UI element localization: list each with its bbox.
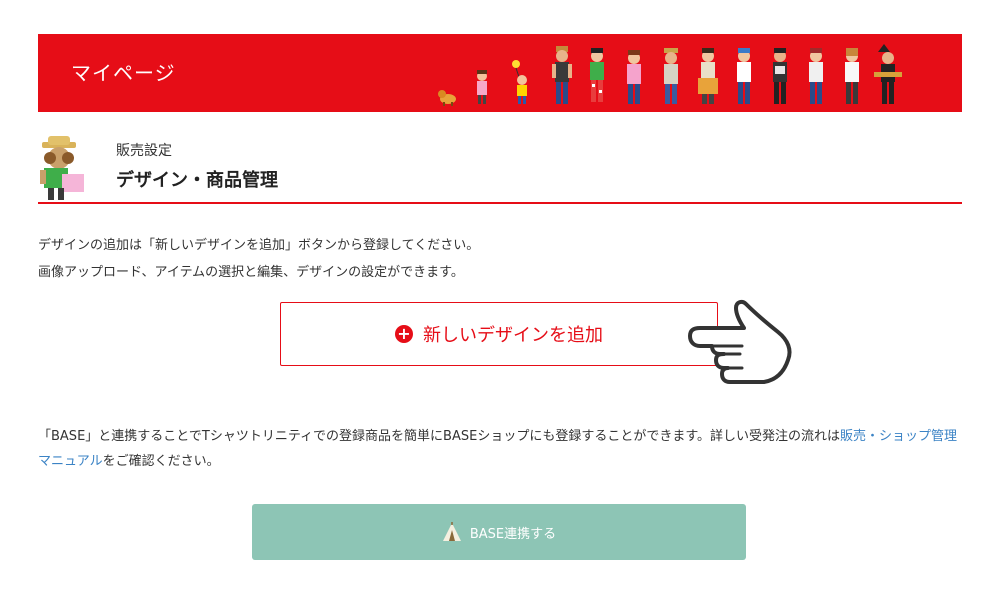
adult-figure-7 bbox=[773, 48, 787, 104]
mascot-icon bbox=[40, 136, 84, 200]
base-connect-button[interactable]: BASE連携する bbox=[252, 504, 746, 560]
page-title: マイページ bbox=[71, 61, 176, 85]
plus-circle-icon: + bbox=[395, 325, 413, 343]
child-figure-pink bbox=[477, 70, 487, 104]
adult-figure-2 bbox=[590, 48, 604, 102]
adult-figure-5 bbox=[698, 48, 718, 104]
tent-icon bbox=[442, 522, 461, 541]
intro-text: デザインの追加は「新しいデザインを追加」ボタンから登録してください。 画像アップ… bbox=[38, 232, 479, 286]
people-parade-illustration bbox=[438, 44, 902, 106]
add-design-label: 新しいデザインを追加 bbox=[423, 325, 603, 346]
header-banner: マイページ bbox=[38, 34, 962, 112]
base-description: 「BASE」と連携することでTシャツトリニティでの登録商品を簡単にBASEショッ… bbox=[38, 424, 968, 474]
base-connect-label: BASE連携する bbox=[469, 526, 557, 542]
intro-line-2: 画像アップロード、アイテムの選択と編集、デザインの設定ができます。 bbox=[38, 265, 464, 280]
add-design-button[interactable]: + 新しいデザインを追加 bbox=[280, 302, 718, 366]
pointing-hand-icon bbox=[688, 299, 792, 384]
child-figure-balloon bbox=[512, 60, 527, 104]
adult-figure-1 bbox=[552, 46, 572, 104]
section-subtitle: 販売設定 bbox=[116, 143, 172, 159]
adult-figure-6 bbox=[737, 48, 751, 104]
section-title: デザイン・商品管理 bbox=[116, 170, 278, 191]
intro-line-1: デザインの追加は「新しいデザインを追加」ボタンから登録してください。 bbox=[38, 238, 480, 253]
page: マイページ 販売設定 デザイン・商品管理 デザインの追加は「新しいデザインを追加… bbox=[0, 0, 1000, 589]
adult-figure-9 bbox=[845, 48, 859, 104]
adult-figure-3 bbox=[627, 50, 641, 104]
dog-figure bbox=[438, 90, 456, 106]
section-header: 販売設定 デザイン・商品管理 bbox=[38, 132, 962, 204]
adult-figure-8 bbox=[809, 48, 823, 104]
base-text-after: をご確認ください。 bbox=[102, 454, 220, 469]
base-text-before: 「BASE」と連携することでTシャツトリニティでの登録商品を簡単にBASEショッ… bbox=[38, 429, 841, 444]
adult-figure-4 bbox=[664, 48, 678, 104]
adult-figure-10 bbox=[874, 44, 902, 104]
